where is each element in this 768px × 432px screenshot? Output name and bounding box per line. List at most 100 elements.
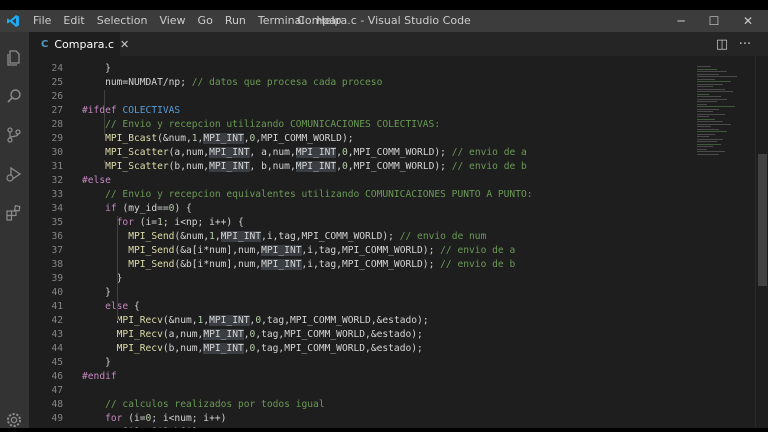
code-token: MPI_INT bbox=[261, 259, 302, 270]
close-window-button[interactable]: ✕ bbox=[731, 10, 765, 32]
line-number: 48 bbox=[51, 399, 63, 410]
menu-help[interactable]: Help bbox=[310, 14, 347, 28]
code-line[interactable]: MPI_Send(&b[i*num],num,MPI_INT,i,tag,MPI… bbox=[82, 258, 515, 272]
code-token: ,tag,MPI_COMM_WORLD,&estado); bbox=[255, 343, 423, 354]
code-line[interactable]: MPI_Recv(b,num,MPI_INT,0,tag,MPI_COMM_WO… bbox=[82, 342, 423, 356]
code-line[interactable]: // calculos realizados por todos igual bbox=[82, 398, 325, 412]
split-editor-icon[interactable]: ◫ bbox=[713, 35, 731, 53]
code-token: MPI_Bcast bbox=[105, 133, 158, 144]
minimap-line bbox=[697, 98, 727, 100]
code-token: #endif bbox=[82, 371, 117, 382]
tab-compara-c[interactable]: C Compara.c ✕ bbox=[29, 32, 129, 56]
vertical-scrollbar[interactable] bbox=[755, 56, 768, 428]
minimap-line bbox=[697, 141, 717, 142]
code-token: #ifdef bbox=[82, 105, 123, 116]
minimap-line bbox=[697, 118, 715, 120]
line-number: 45 bbox=[51, 357, 63, 368]
code-token: } bbox=[82, 357, 111, 368]
minimap-line bbox=[697, 68, 717, 70]
code-line[interactable]: } bbox=[82, 286, 111, 300]
code-token: // datos que procesa cada proceso bbox=[191, 77, 383, 88]
code-line[interactable]: MPI_Recv(&num,1,MPI_INT,0,tag,MPI_COMM_W… bbox=[82, 314, 429, 328]
code-line[interactable]: #ifdef COLECTIVAS bbox=[82, 104, 180, 118]
maximize-button[interactable]: ☐ bbox=[697, 10, 731, 32]
line-number: 42 bbox=[51, 315, 63, 326]
search-icon[interactable] bbox=[4, 86, 24, 106]
code-line[interactable]: } bbox=[82, 356, 111, 370]
menu-selection[interactable]: Selection bbox=[91, 14, 154, 28]
minimize-button[interactable]: ─ bbox=[664, 10, 698, 32]
menu-view[interactable]: View bbox=[153, 14, 191, 28]
line-number: 33 bbox=[51, 189, 63, 200]
minimap[interactable] bbox=[693, 56, 755, 428]
code-line[interactable]: else { bbox=[82, 300, 140, 314]
code-line[interactable]: #endif bbox=[82, 370, 117, 384]
code-line[interactable]: c[i]=a[i]+b[i]; bbox=[82, 426, 204, 428]
code-token: MPI_INT bbox=[261, 245, 302, 256]
code-line[interactable]: MPI_Scatter(b,num,MPI_INT, b,num,MPI_INT… bbox=[82, 160, 527, 174]
code-token: , b,num, bbox=[249, 161, 296, 172]
menu-go[interactable]: Go bbox=[192, 14, 219, 28]
code-token: (i= bbox=[122, 413, 146, 424]
minimap-line bbox=[697, 138, 723, 140]
scrollbar-thumb[interactable] bbox=[758, 154, 767, 286]
code-line[interactable]: MPI_Bcast(&num,1,MPI_INT,0,MPI_COMM_WORL… bbox=[82, 132, 354, 146]
extensions-icon[interactable] bbox=[4, 203, 24, 223]
explorer-icon[interactable] bbox=[4, 48, 24, 68]
code-line[interactable]: MPI_Scatter(a,num,MPI_INT, a,num,MPI_INT… bbox=[82, 146, 527, 160]
code-token: num=NUMDAT/np; bbox=[82, 77, 192, 88]
line-number: 35 bbox=[51, 217, 63, 228]
code-token: MPI_Send bbox=[128, 245, 175, 256]
code-token: // envio de num bbox=[399, 231, 487, 242]
menu-edit[interactable]: Edit bbox=[57, 14, 90, 28]
code-token: (i= bbox=[133, 217, 158, 228]
minimap-line bbox=[697, 88, 725, 90]
minimap-line bbox=[697, 108, 719, 110]
code-line[interactable]: // Envio y recepcion equivalentes utiliz… bbox=[82, 188, 532, 202]
code-token: (&a[i*num],num, bbox=[174, 245, 262, 256]
indent-guide bbox=[117, 216, 118, 321]
minimap-line bbox=[697, 103, 707, 105]
code-token: // envio de a bbox=[440, 245, 516, 256]
code-token: MPI_INT bbox=[209, 315, 250, 326]
menu-run[interactable]: Run bbox=[219, 14, 252, 28]
code-line[interactable]: #else bbox=[82, 174, 111, 188]
minimap-line bbox=[697, 126, 711, 127]
code-line[interactable]: } bbox=[82, 62, 111, 76]
minimap-line bbox=[697, 76, 737, 77]
code-token: for bbox=[105, 413, 123, 424]
settings-gear-icon[interactable] bbox=[4, 410, 24, 428]
run-debug-icon[interactable] bbox=[4, 164, 24, 184]
indent-guide bbox=[104, 90, 105, 135]
close-tab-icon[interactable]: ✕ bbox=[120, 38, 129, 51]
menu-file[interactable]: File bbox=[27, 14, 57, 28]
minimap-line bbox=[697, 116, 709, 117]
code-line[interactable]: MPI_Send(&a[i*num],num,MPI_INT,i,tag,MPI… bbox=[82, 244, 515, 258]
minimap-line bbox=[697, 96, 721, 97]
code-token: (a,num, bbox=[168, 147, 210, 158]
code-line[interactable]: for (i=0; i<num; i++) bbox=[82, 412, 226, 426]
more-actions-icon[interactable]: ··· bbox=[736, 35, 754, 53]
code-token: (&num, bbox=[157, 133, 192, 144]
minimap-line bbox=[697, 106, 735, 107]
indent-guide bbox=[104, 160, 105, 163]
code-token: c[i]=a[i]+b[i]; bbox=[82, 427, 204, 428]
minimap-line bbox=[697, 71, 727, 72]
minimap-line bbox=[697, 66, 711, 67]
code-line[interactable]: // Envio y recepcion utilizando COMUNICA… bbox=[82, 118, 440, 132]
code-line[interactable]: for (i=1; i<np; i++) { bbox=[82, 216, 244, 230]
vscode-window: File Edit Selection View Go Run Terminal… bbox=[0, 10, 768, 428]
code-line[interactable]: MPI_Recv(a,num,MPI_INT,0,tag,MPI_COMM_WO… bbox=[82, 328, 423, 342]
code-line[interactable]: num=NUMDAT/np; // datos que procesa cada… bbox=[82, 76, 382, 90]
menu-terminal[interactable]: Terminal bbox=[252, 14, 311, 28]
code-editor[interactable]: 24 25 26 27 28 29 30 31 32 33 34 35 36 37 38 39 40 41 42 43… bbox=[29, 56, 768, 428]
code-line[interactable]: if (my_id==0) { bbox=[82, 202, 192, 216]
code-line[interactable]: MPI_Send(&num,1,MPI_INT,i,tag,MPI_COMM_W… bbox=[82, 230, 486, 244]
code-token: ,i,tag,MPI_COMM_WORLD); bbox=[301, 245, 441, 256]
source-control-icon[interactable] bbox=[4, 125, 24, 145]
